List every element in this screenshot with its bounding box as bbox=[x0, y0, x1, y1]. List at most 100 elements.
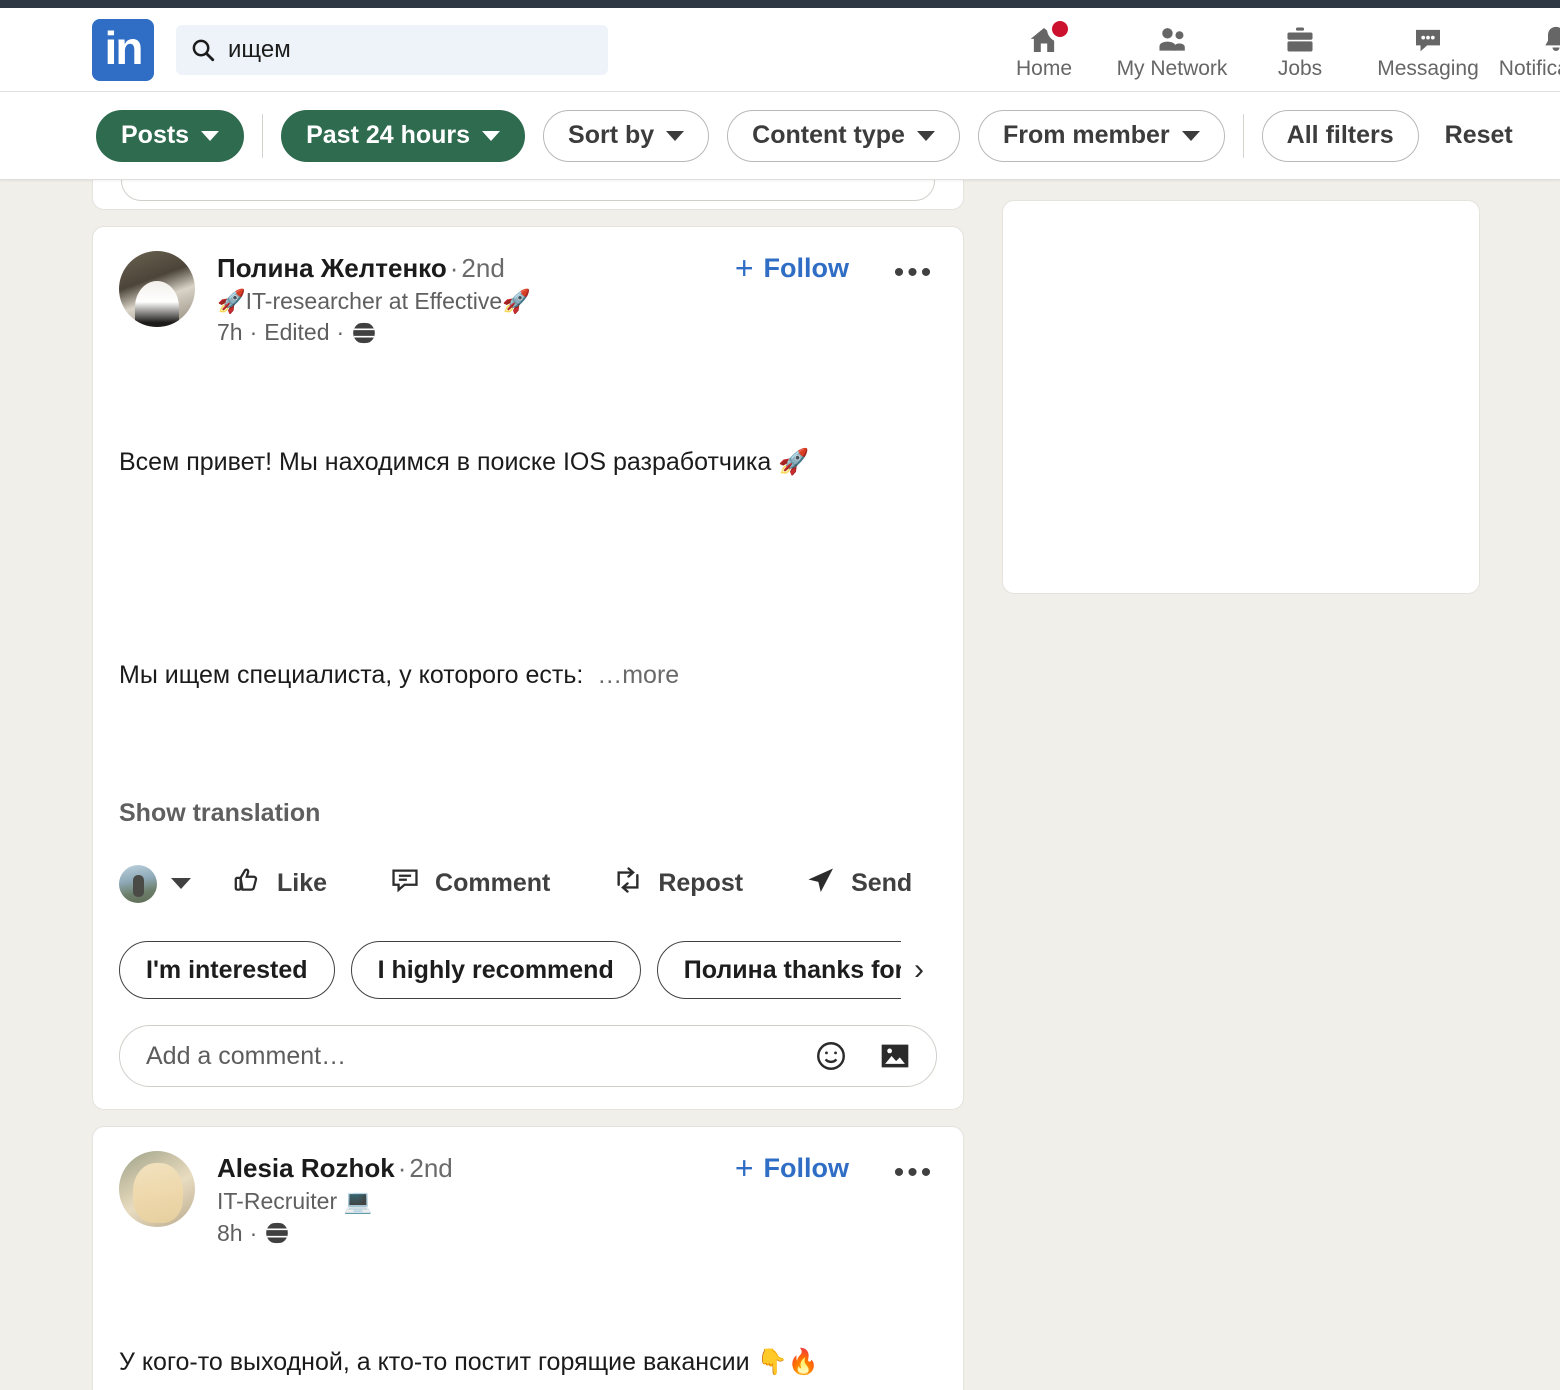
post-body-line-2: Мы ищем специалиста, у которого есть: …m… bbox=[119, 660, 680, 689]
nav-item-jobs[interactable]: Jobs bbox=[1236, 8, 1364, 92]
plus-icon: + bbox=[734, 249, 754, 286]
nav-label-notifications: Notifications bbox=[1498, 56, 1560, 80]
add-comment-box[interactable]: Add a comment… bbox=[119, 1025, 937, 1088]
name-separator: · bbox=[449, 253, 459, 283]
see-more-link[interactable]: …more bbox=[597, 661, 679, 689]
briefcase-icon bbox=[1283, 22, 1317, 56]
nav-item-home[interactable]: Home bbox=[980, 8, 1108, 92]
ellipsis-icon: ••• bbox=[893, 1155, 935, 1189]
follow-button[interactable]: + Follow bbox=[734, 1149, 849, 1186]
nav-items: Home My Network Jobs Messaging Notific bbox=[980, 8, 1560, 92]
home-notification-badge bbox=[1047, 15, 1073, 42]
suggested-replies: I'm interested I highly recommend Полина… bbox=[119, 941, 937, 1000]
feed-column: Полина Желтенко · 2nd 🚀IT-researcher at Ef… bbox=[92, 180, 964, 1390]
connection-degree: 2nd bbox=[461, 253, 505, 283]
follow-button-label: Follow bbox=[763, 253, 849, 283]
previous-post-card-partial bbox=[92, 180, 964, 210]
chevron-right-icon[interactable]: › bbox=[901, 941, 937, 1000]
name-separator: · bbox=[397, 1153, 407, 1184]
chevron-down-icon bbox=[916, 130, 935, 141]
meta-separator: · bbox=[249, 1219, 258, 1246]
post-body-intro: У кого-то выходной, а кто-то постит горя… bbox=[119, 1348, 819, 1377]
comment-button[interactable]: Comment bbox=[389, 858, 550, 909]
suggested-reply-chip[interactable]: I highly recommend bbox=[350, 941, 641, 1000]
nav-label-home: Home bbox=[1015, 56, 1073, 80]
ellipsis-icon: ••• bbox=[893, 255, 935, 289]
search-input[interactable] bbox=[228, 35, 594, 64]
add-comment-placeholder: Add a comment… bbox=[146, 1041, 347, 1070]
linkedin-logo[interactable]: in bbox=[92, 18, 154, 81]
people-icon bbox=[1155, 22, 1189, 56]
send-button[interactable]: Send bbox=[805, 858, 912, 909]
all-filters-button[interactable]: All filters bbox=[1261, 109, 1419, 162]
like-button-label: Like bbox=[277, 869, 328, 898]
post-author-name[interactable]: Полина Желтенко bbox=[217, 253, 447, 283]
filter-content-type-label: Content type bbox=[752, 121, 905, 149]
filter-sort-by[interactable]: Sort by bbox=[543, 109, 710, 162]
chevron-down-icon bbox=[666, 130, 685, 141]
post-action-bar: Like Comment Repost Send bbox=[119, 858, 937, 909]
image-icon[interactable] bbox=[876, 1037, 914, 1075]
nav-item-my-network[interactable]: My Network bbox=[1108, 8, 1236, 92]
search-results-body: Полина Желтенко · 2nd 🚀IT-researcher at Ef… bbox=[0, 180, 1560, 1390]
post-card: Alesia Rozhok·2nd IT-Recruiter 💻 8h · bbox=[92, 1126, 964, 1390]
repost-button-label: Repost bbox=[658, 869, 744, 898]
post-meta: 7h · Edited · bbox=[217, 318, 937, 347]
nav-item-messaging[interactable]: Messaging bbox=[1364, 8, 1492, 92]
filter-divider-2 bbox=[1242, 113, 1244, 158]
repost-button[interactable]: Repost bbox=[612, 858, 743, 909]
reaction-picker[interactable] bbox=[119, 864, 231, 903]
emoji-icon[interactable] bbox=[812, 1037, 850, 1075]
search-filter-bar: Posts Past 24 hours Sort by Content type… bbox=[0, 92, 1560, 180]
search-box[interactable] bbox=[176, 24, 608, 75]
post-body-line-1: Всем привет! Мы находимся в поиске IOS р… bbox=[119, 448, 810, 477]
post-body: Всем привет! Мы находимся в поиске IOS р… bbox=[119, 369, 937, 769]
post-body: У кого-то выходной, а кто-то постит горя… bbox=[119, 1269, 937, 1390]
filter-content-type[interactable]: Content type bbox=[727, 109, 960, 162]
post-meta: 8h · bbox=[217, 1219, 937, 1248]
filter-from-member[interactable]: From member bbox=[977, 109, 1225, 162]
suggested-reply-chip[interactable]: I'm interested bbox=[119, 941, 335, 1000]
nav-label-jobs: Jobs bbox=[1277, 56, 1323, 80]
repost-icon bbox=[612, 864, 644, 903]
chevron-down-icon bbox=[1181, 130, 1200, 141]
post-author-headline: 🚀IT-researcher at Effective🚀 bbox=[217, 287, 531, 314]
nav-label-my-network: My Network bbox=[1116, 56, 1228, 80]
avatar[interactable] bbox=[119, 251, 195, 327]
like-button[interactable]: Like bbox=[231, 858, 327, 909]
post-options-button[interactable]: ••• bbox=[891, 255, 937, 289]
follow-button[interactable]: + Follow bbox=[734, 249, 849, 286]
all-filters-label: All filters bbox=[1286, 121, 1394, 149]
post-options-button[interactable]: ••• bbox=[891, 1155, 937, 1189]
send-paper-plane-icon bbox=[805, 864, 837, 903]
filter-divider-1 bbox=[262, 113, 264, 158]
filter-posts[interactable]: Posts bbox=[96, 109, 245, 162]
thumbs-up-icon bbox=[231, 864, 263, 903]
post-author-name[interactable]: Alesia Rozhok bbox=[217, 1153, 395, 1183]
globe-icon bbox=[351, 320, 378, 346]
current-user-avatar bbox=[119, 864, 157, 903]
nav-item-notifications[interactable]: Notifications bbox=[1492, 8, 1560, 92]
nav-label-messaging: Messaging bbox=[1377, 56, 1479, 80]
globe-icon bbox=[264, 1220, 291, 1246]
meta-separator: · bbox=[249, 319, 258, 346]
search-icon bbox=[190, 37, 216, 63]
post-author-headline: IT-Recruiter 💻 bbox=[217, 1187, 373, 1214]
reset-filters-button[interactable]: Reset bbox=[1437, 121, 1521, 150]
suggested-reply-chip[interactable]: Полина thanks for sharing bbox=[656, 941, 937, 1000]
post-timestamp: 8h bbox=[217, 1219, 243, 1246]
plus-icon: + bbox=[734, 1149, 754, 1186]
post-header: Alesia Rozhok·2nd IT-Recruiter 💻 8h · bbox=[119, 1151, 937, 1247]
comment-box-icons bbox=[812, 1037, 914, 1075]
global-navigation-bar: in Home bbox=[0, 8, 1560, 92]
show-translation-link[interactable]: Show translation bbox=[119, 799, 320, 828]
previous-post-comment-input[interactable] bbox=[121, 180, 935, 201]
comment-button-label: Comment bbox=[435, 869, 551, 898]
filter-sort-by-label: Sort by bbox=[568, 121, 655, 149]
post-card: Полина Желтенко · 2nd 🚀IT-researcher at Ef… bbox=[92, 226, 964, 1111]
post-timestamp: 7h bbox=[217, 319, 243, 346]
avatar[interactable] bbox=[119, 1151, 195, 1228]
right-rail-card bbox=[1002, 200, 1480, 594]
meta-separator: · bbox=[336, 319, 345, 346]
filter-date-posted[interactable]: Past 24 hours bbox=[281, 109, 526, 162]
